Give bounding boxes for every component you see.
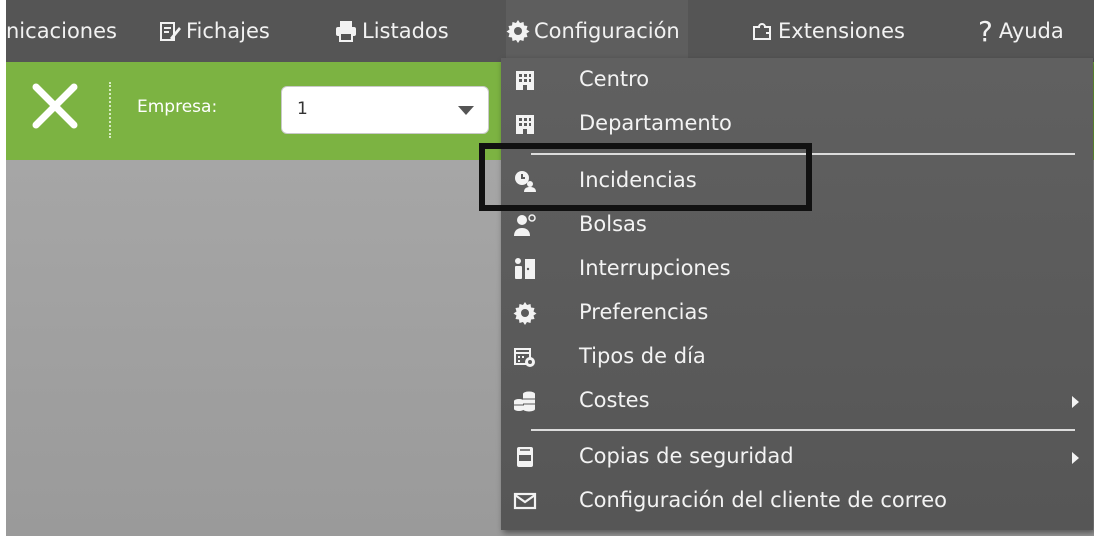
dropdown-item-centro[interactable]: Centro (501, 58, 1093, 102)
dropdown-item-preferencias[interactable]: Preferencias (501, 291, 1093, 335)
dropdown-item-label: Configuración del cliente de correo (579, 488, 947, 512)
menu-configuracion[interactable]: Configuración (506, 0, 688, 62)
dropdown-item-label: Departamento (579, 111, 732, 135)
menu-fichajes[interactable]: Fichajes (158, 0, 270, 62)
close-button[interactable] (28, 79, 82, 133)
menu-extensiones[interactable]: Extensiones (750, 0, 905, 62)
empresa-select-value: 1 (297, 99, 308, 119)
menu-ayuda[interactable]: ? Ayuda (978, 0, 1064, 62)
dropdown-item-label: Costes (579, 388, 650, 412)
user-bag-icon (513, 213, 537, 237)
dropdown-item-interrupciones[interactable]: Interrupciones (501, 247, 1093, 291)
menu-comunicaciones-label: nicaciones (6, 19, 117, 43)
mail-icon (513, 489, 537, 513)
dropdown-divider (531, 429, 1075, 431)
building-icon (513, 112, 537, 136)
chevron-right-icon (1072, 452, 1079, 464)
dropdown-item-label: Preferencias (579, 300, 709, 324)
building-icon (513, 68, 537, 92)
chevron-right-icon (1072, 396, 1079, 408)
highlight-annotation-box (479, 143, 812, 211)
printer-icon (334, 19, 358, 43)
configuracion-dropdown: Centro Departamento Incidencias Bolsas I… (501, 58, 1093, 530)
edit-icon (158, 19, 182, 43)
toolbar-divider (109, 82, 111, 138)
dropdown-item-label: Interrupciones (579, 256, 731, 280)
menu-configuracion-label: Configuración (534, 19, 680, 43)
dropdown-item-copias-de-seguridad[interactable]: Copias de seguridad (501, 435, 1093, 479)
empresa-select[interactable]: 1 (281, 86, 489, 134)
gear-icon (506, 19, 530, 43)
dropdown-item-costes[interactable]: Costes (501, 379, 1093, 423)
puzzle-icon (750, 19, 774, 43)
menu-ayuda-label: Ayuda (998, 19, 1064, 43)
dropdown-item-departamento[interactable]: Departamento (501, 102, 1093, 146)
gear-icon (513, 301, 537, 325)
close-icon (32, 83, 78, 129)
empresa-label: Empresa: (137, 97, 218, 117)
menu-listados[interactable]: Listados (334, 0, 449, 62)
main-menubar: nicaciones Fichajes Listados Configuraci… (6, 0, 1094, 62)
app-window: nicaciones Fichajes Listados Configuraci… (6, 0, 1094, 536)
dropdown-item-tipos-de-dia[interactable]: Tipos de día (501, 335, 1093, 379)
menu-comunicaciones[interactable]: nicaciones (6, 0, 117, 62)
dropdown-item-label: Centro (579, 67, 650, 91)
menu-extensiones-label: Extensiones (778, 19, 905, 43)
dropdown-item-label: Copias de seguridad (579, 444, 794, 468)
menu-listados-label: Listados (362, 19, 449, 43)
chevron-down-icon (458, 106, 474, 115)
menu-fichajes-label: Fichajes (186, 19, 270, 43)
calendar-icon (513, 345, 537, 369)
question-icon: ? (978, 14, 993, 48)
dropdown-item-label: Tipos de día (579, 344, 706, 368)
dropdown-item-label: Bolsas (579, 212, 647, 236)
person-door-icon (513, 257, 537, 281)
coins-icon (513, 389, 537, 413)
dropdown-item-configuracion-correo[interactable]: Configuración del cliente de correo (501, 479, 1093, 523)
backup-icon (513, 445, 537, 469)
